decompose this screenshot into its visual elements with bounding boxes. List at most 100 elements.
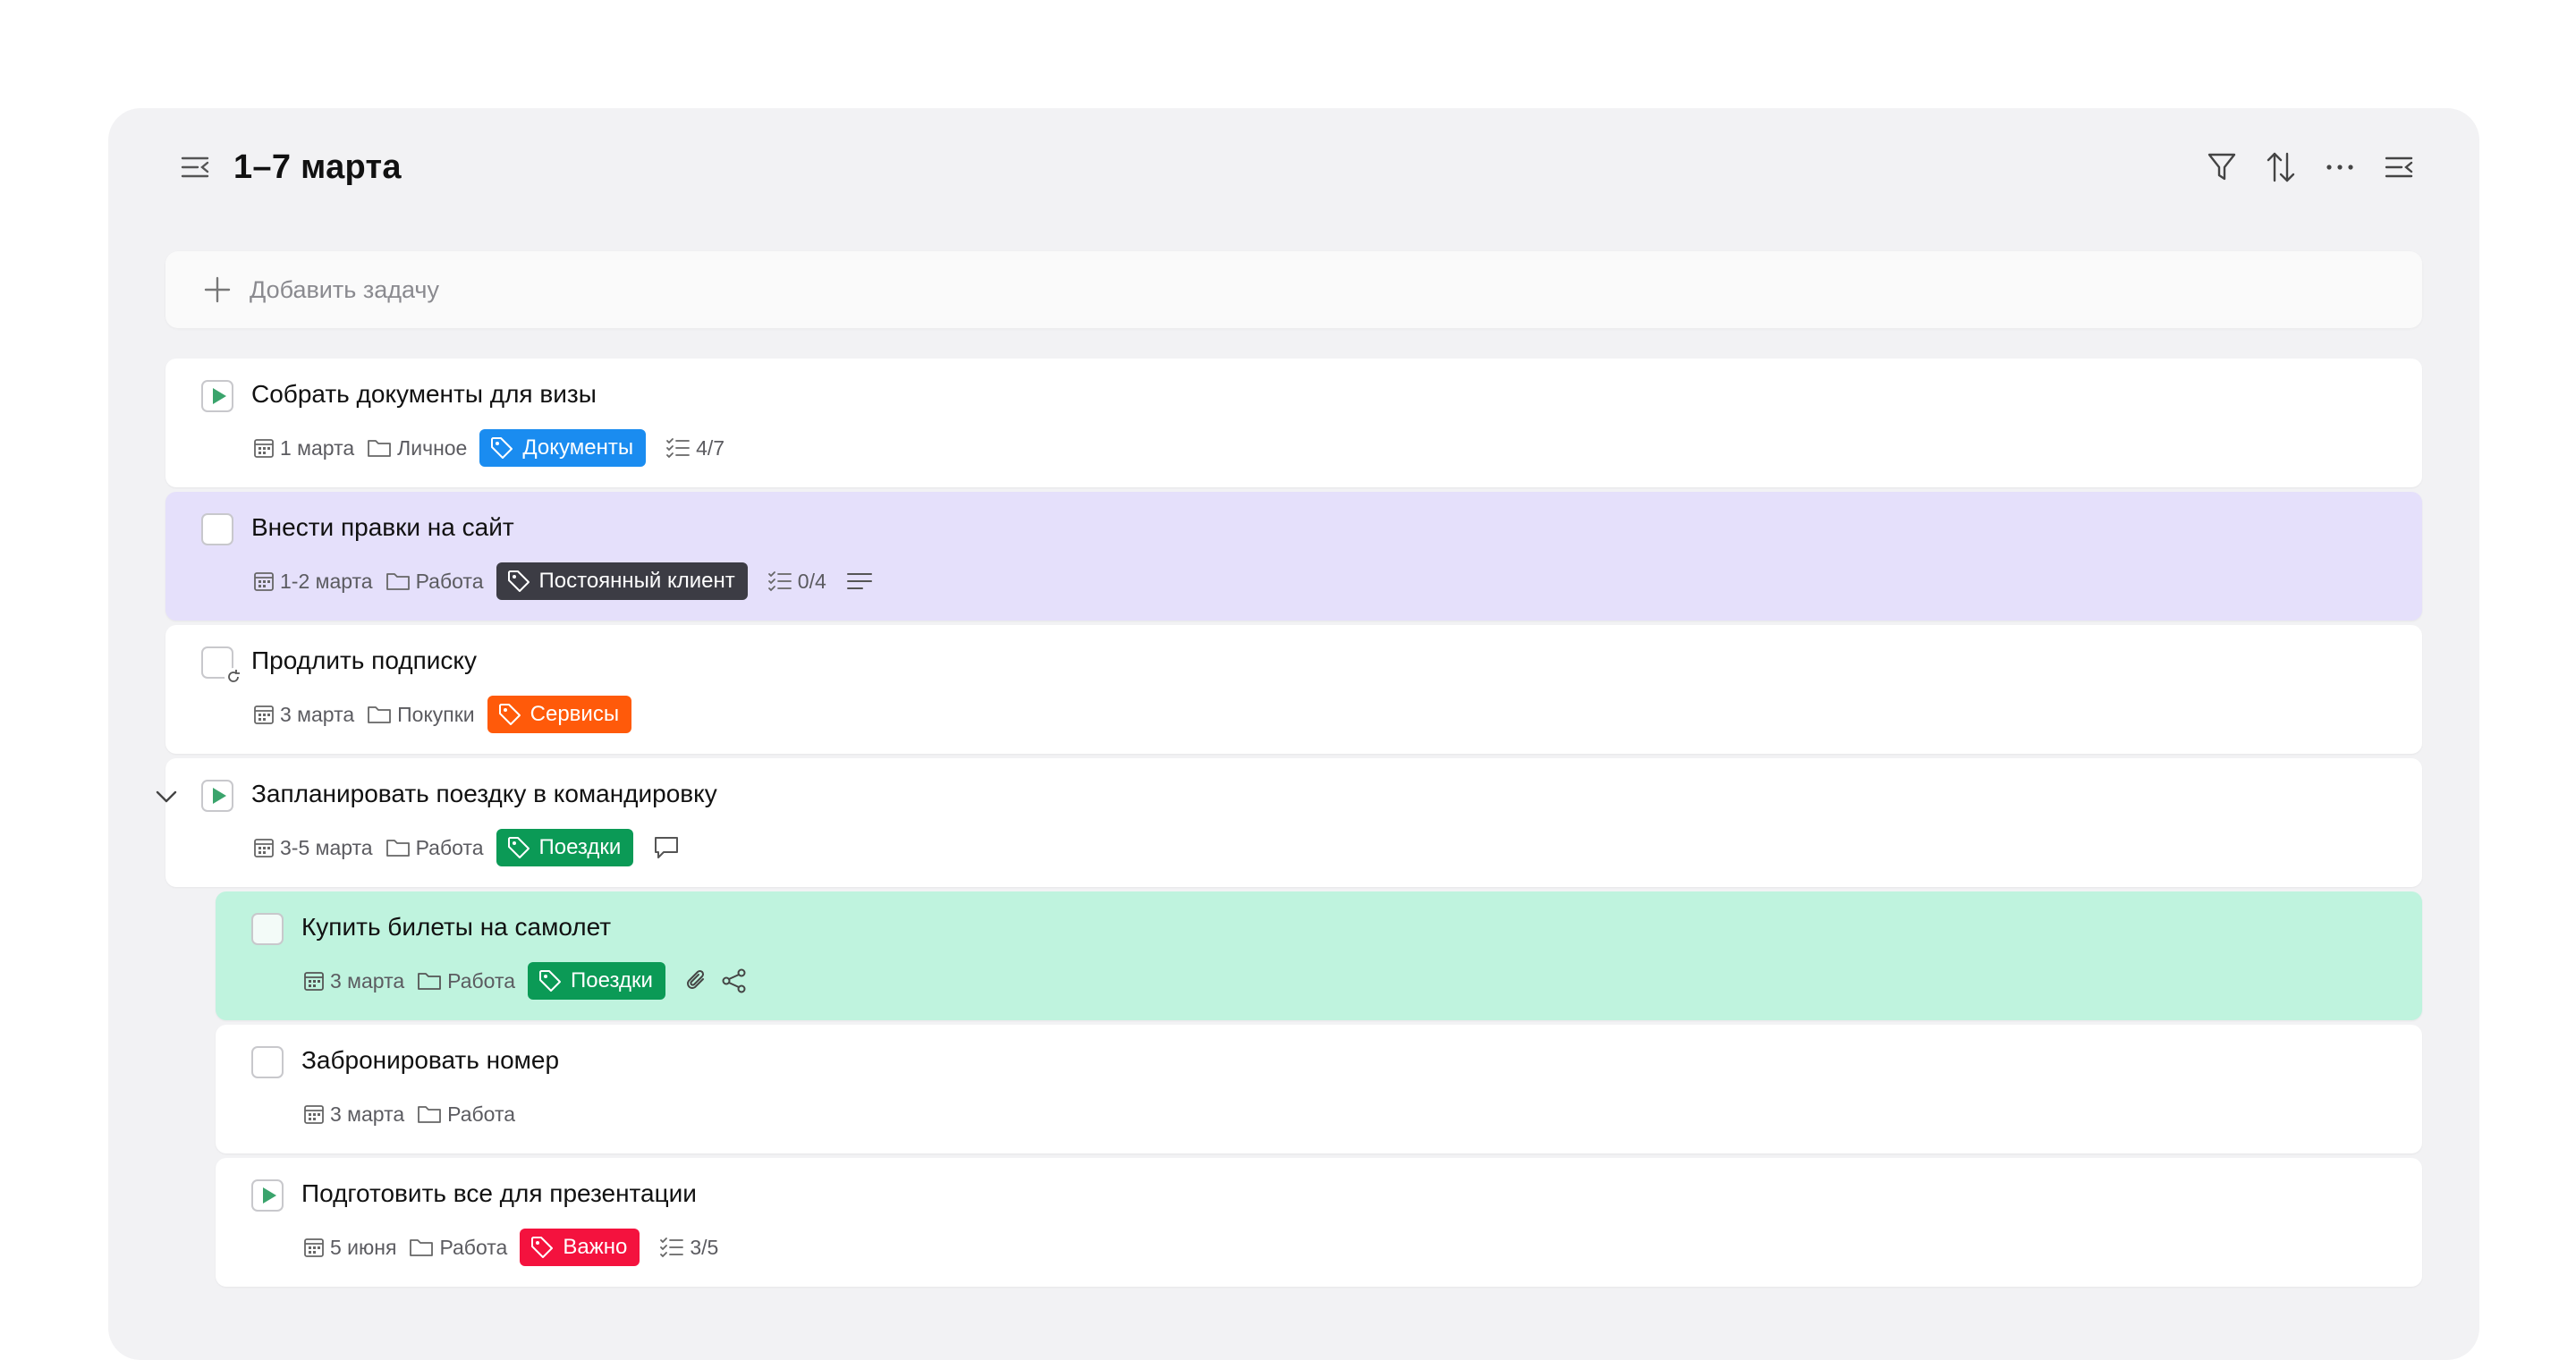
task-checkbox[interactable] [201, 513, 233, 545]
note-icon[interactable] [846, 571, 873, 591]
task-meta: 1-2 марта Работа Постоянный клиент 0/4 [253, 562, 886, 601]
task-checkbox[interactable] [251, 1046, 284, 1078]
tag-icon [531, 1237, 554, 1258]
task-title[interactable]: Продлить подписку [251, 643, 477, 679]
repeat-icon [225, 668, 242, 686]
task-title[interactable]: Купить билеты на самолет [301, 909, 611, 945]
add-task-input[interactable]: Добавить задачу [165, 251, 2422, 328]
task-tag[interactable]: Поездки [496, 829, 634, 866]
filter-icon[interactable] [2206, 146, 2238, 189]
play-icon [212, 388, 226, 404]
task-checkbox[interactable] [251, 913, 284, 945]
panel-toggle-icon[interactable] [2383, 146, 2415, 189]
folder-icon [410, 1239, 434, 1256]
play-icon [262, 1187, 276, 1204]
task-tag[interactable]: Постоянный клиент [496, 562, 748, 600]
task-title[interactable]: Подготовить все для презентации [301, 1176, 697, 1212]
tag-icon [507, 570, 530, 592]
play-icon [212, 788, 226, 804]
calendar-icon [254, 839, 274, 857]
task-date: 3 марта [253, 703, 354, 727]
folder-icon [368, 706, 392, 723]
task-tag[interactable]: Поездки [528, 962, 665, 1000]
task-tag-label: Поездки [538, 835, 622, 859]
comment-icon[interactable] [653, 835, 680, 860]
task-project: Работа [386, 836, 484, 860]
task-tag[interactable]: Документы [479, 429, 647, 467]
task-tag-label: Важно [563, 1235, 628, 1259]
task-title[interactable]: Внести правки на сайт [251, 510, 514, 545]
subtask-item[interactable]: Подготовить все для презентации 5 июня Р… [216, 1158, 2422, 1287]
task-project: Работа [409, 1236, 507, 1260]
task-item[interactable]: Внести правки на сайт 1-2 марта Работа П… [165, 492, 2422, 621]
task-subtasks-label: 3/5 [690, 1235, 719, 1259]
task-project-label: Работа [447, 968, 516, 993]
folder-icon [368, 440, 392, 457]
task-tag[interactable]: Сервисы [487, 696, 632, 733]
task-date-label: 3-5 марта [280, 835, 373, 859]
task-date-label: 3 марта [330, 1102, 405, 1126]
tag-icon [498, 704, 521, 725]
task-date-label: 1 марта [280, 435, 355, 460]
task-tag-label: Постоянный клиент [538, 569, 735, 593]
task-meta: 3-5 марта Работа Поездки [253, 828, 692, 867]
task-date-label: 5 июня [330, 1235, 397, 1259]
task-date-label: 1-2 марта [280, 569, 373, 593]
task-item[interactable]: Продлить подписку 3 марта Покупки Сервис… [165, 625, 2422, 754]
checklist-icon [660, 1238, 684, 1258]
task-date-label: 3 марта [330, 968, 405, 993]
subtask-item[interactable]: Забронировать номер 3 марта Работа [216, 1025, 2422, 1153]
attachment-icon[interactable] [685, 968, 708, 993]
task-project: Работа [386, 570, 484, 594]
chevron-down-icon[interactable] [153, 783, 180, 810]
task-tag-label: Документы [522, 435, 634, 460]
folder-icon [386, 573, 410, 590]
task-project: Покупки [367, 703, 475, 727]
task-play-button[interactable] [201, 780, 233, 812]
task-meta: 3 марта Покупки Сервисы [253, 695, 651, 734]
calendar-icon [304, 1105, 324, 1124]
task-date: 3 марта [303, 1102, 404, 1127]
subtask-item[interactable]: Купить билеты на самолет 3 марта Работа … [216, 891, 2422, 1020]
task-tag-label: Сервисы [530, 702, 620, 726]
task-meta: 3 марта Работа [303, 1094, 528, 1134]
task-date: 3-5 марта [253, 836, 373, 860]
header: 1–7 марта [108, 108, 2479, 224]
task-subtasks: 3/5 [659, 1236, 718, 1260]
more-icon[interactable] [2324, 146, 2356, 189]
tag-icon [491, 437, 513, 459]
share-icon[interactable] [721, 968, 748, 993]
task-project: Личное [367, 436, 467, 460]
task-project-label: Работа [439, 1235, 508, 1259]
sort-icon[interactable] [2265, 146, 2297, 189]
task-title[interactable]: Запланировать поездку в командировку [251, 776, 717, 812]
task-project-label: Работа [415, 835, 484, 859]
folder-icon [386, 840, 410, 857]
page-title: 1–7 марта [233, 148, 402, 186]
task-meta: 1 марта Личное Документы 4/7 [253, 428, 737, 468]
task-play-button[interactable] [201, 380, 233, 412]
task-meta: 5 июня Работа Важно 3/5 [303, 1228, 731, 1267]
task-tag[interactable]: Важно [520, 1229, 640, 1266]
task-date: 1-2 марта [253, 570, 373, 594]
toolbar [2206, 146, 2415, 189]
task-date: 1 марта [253, 436, 354, 460]
task-tag-label: Поездки [571, 968, 653, 993]
calendar-icon [304, 972, 324, 991]
task-date: 3 марта [303, 969, 404, 993]
task-list-panel: 1–7 марта Добавить задачу Собрать докуме… [108, 108, 2479, 1360]
tag-icon [539, 970, 562, 992]
checklist-icon [767, 571, 792, 592]
task-title[interactable]: Собрать документы для визы [251, 376, 597, 412]
task-play-button[interactable] [251, 1179, 284, 1212]
task-subtasks-label: 4/7 [696, 435, 725, 460]
task-title[interactable]: Забронировать номер [301, 1043, 559, 1078]
tag-icon [507, 837, 530, 858]
calendar-icon [254, 572, 274, 591]
sidebar-toggle-icon[interactable] [178, 150, 212, 184]
task-item[interactable]: Запланировать поездку в командировку 3-5… [156, 758, 2422, 887]
task-checkbox[interactable] [201, 646, 242, 686]
plus-icon [203, 275, 232, 304]
task-date: 5 июня [303, 1236, 396, 1260]
task-item[interactable]: Собрать документы для визы 1 марта Лично… [165, 359, 2422, 487]
